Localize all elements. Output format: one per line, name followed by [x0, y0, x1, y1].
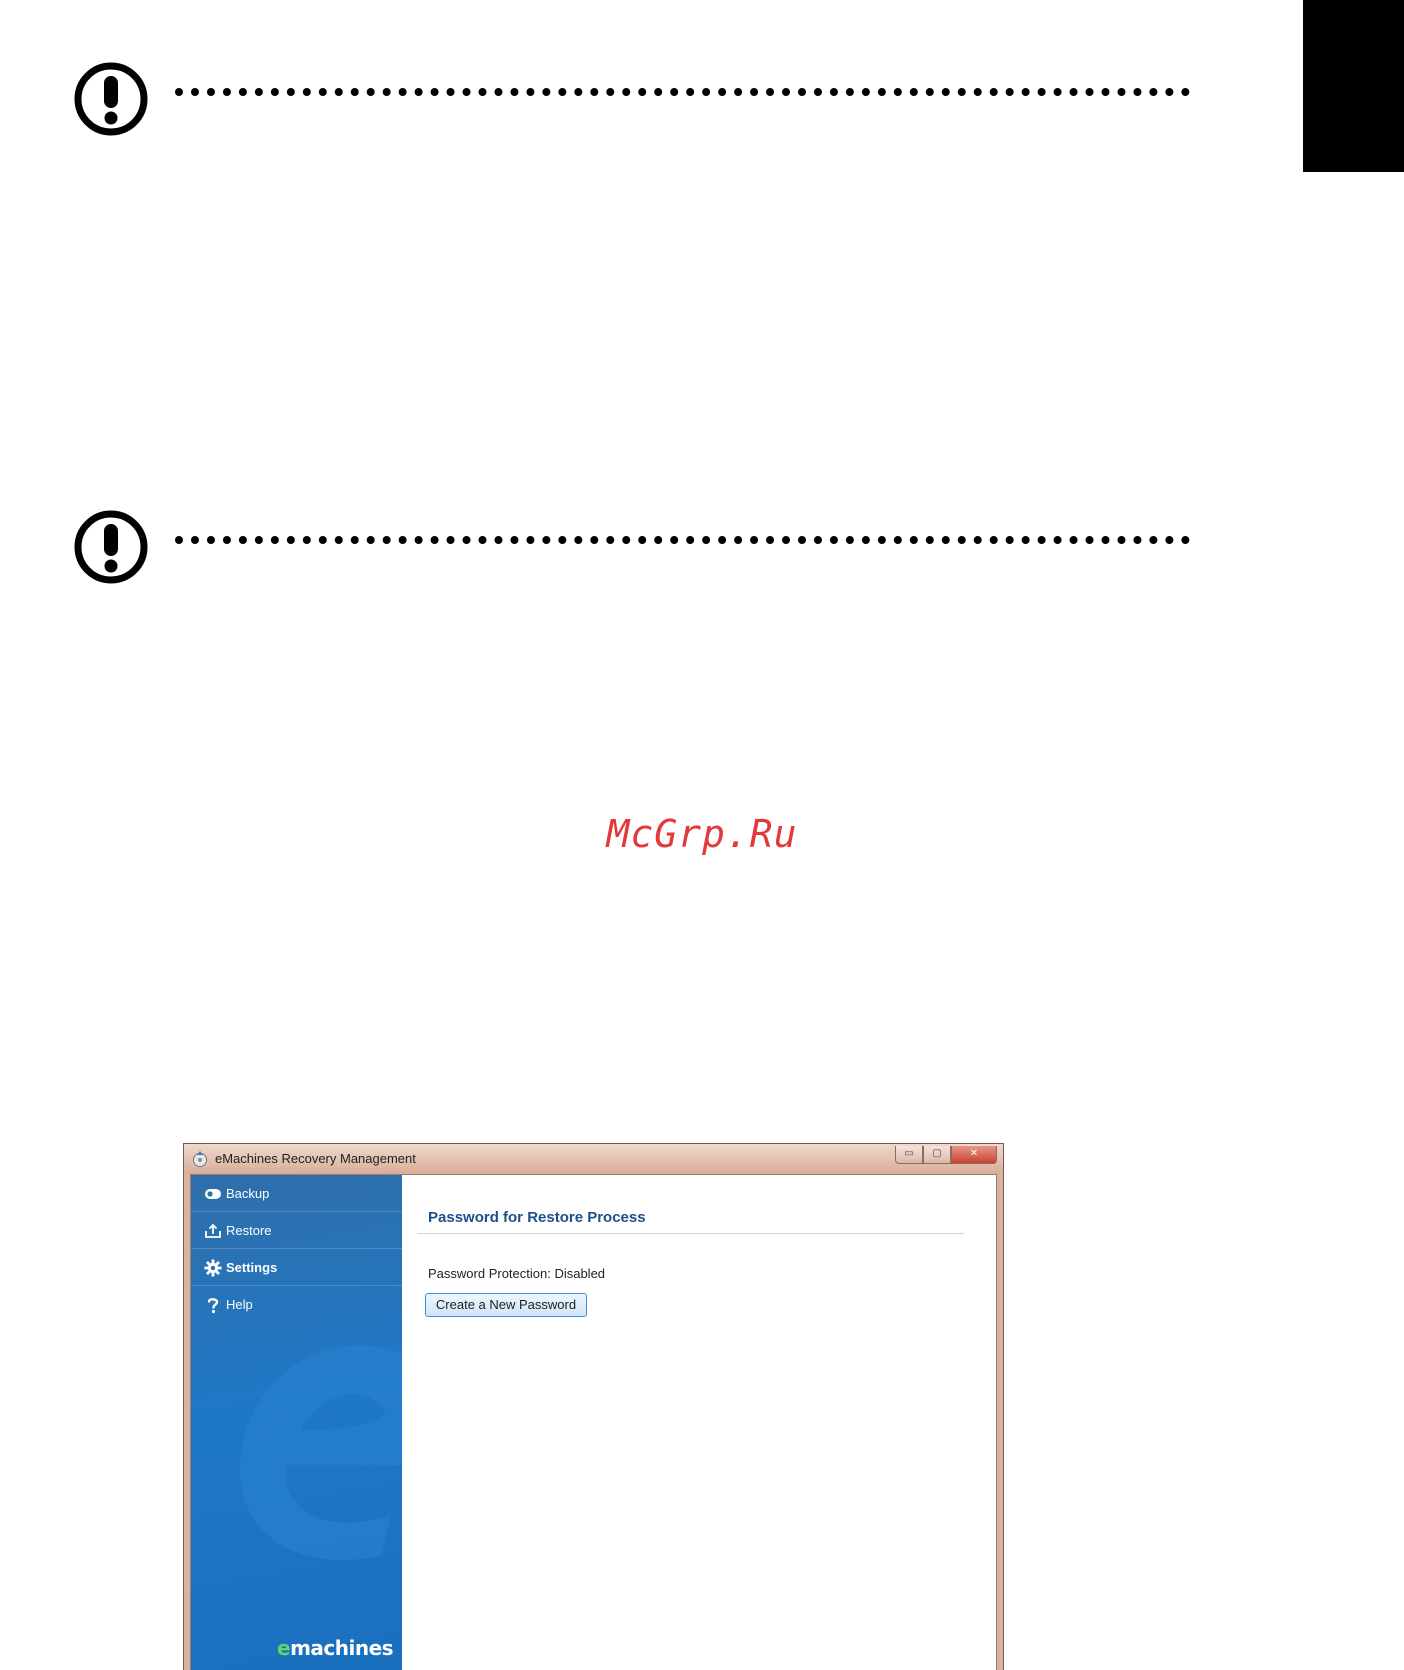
window-controls: ▭ ▢ ✕	[895, 1146, 997, 1165]
minimize-button[interactable]: ▭	[895, 1146, 923, 1164]
sidebar-item-help[interactable]: Help	[191, 1286, 402, 1323]
page-edge-tab	[1303, 0, 1404, 172]
window-client-area: Backup Restore Settings Help emachines P…	[190, 1174, 997, 1670]
emachines-logo: emachines	[277, 1636, 394, 1660]
caution-icon	[74, 510, 148, 584]
sidebar-item-backup[interactable]: Backup	[191, 1175, 402, 1212]
sidebar-item-label: Settings	[226, 1260, 278, 1275]
sidebar-item-settings[interactable]: Settings	[191, 1249, 402, 1286]
sidebar-item-label: Backup	[226, 1186, 270, 1201]
gear-icon	[204, 1259, 222, 1277]
close-button[interactable]: ✕	[951, 1146, 997, 1164]
sidebar-item-label: Restore	[226, 1223, 272, 1238]
help-icon	[207, 1298, 219, 1314]
app-icon	[193, 1151, 207, 1167]
heading-divider	[417, 1233, 964, 1234]
watermark-text: McGrp.Ru	[606, 812, 798, 856]
maximize-button[interactable]: ▢	[923, 1146, 951, 1164]
password-status-text: Password Protection: Disabled	[428, 1266, 606, 1281]
sidebar-item-label: Help	[226, 1297, 253, 1312]
caution-note-1	[72, 60, 1192, 138]
caution-rule	[175, 536, 1190, 544]
sidebar-item-restore[interactable]: Restore	[191, 1212, 402, 1249]
caution-rule	[175, 88, 1190, 96]
recovery-management-window: eMachines Recovery Management ▭ ▢ ✕ Back…	[183, 1143, 1004, 1670]
sidebar: Backup Restore Settings Help emachines	[191, 1175, 402, 1670]
title-bar[interactable]: eMachines Recovery Management ▭ ▢ ✕	[184, 1144, 1003, 1174]
content-pane: Password for Restore Process Password Pr…	[402, 1175, 996, 1670]
page-title: Password for Restore Process	[428, 1209, 646, 1226]
backup-icon	[205, 1189, 221, 1199]
window-title: eMachines Recovery Management	[215, 1151, 416, 1166]
create-new-password-button[interactable]: Create a New Password	[425, 1293, 587, 1317]
caution-icon	[74, 62, 148, 136]
caution-note-2	[72, 508, 1192, 586]
emachines-emblem-icon	[240, 1345, 402, 1561]
restore-icon	[205, 1223, 221, 1238]
